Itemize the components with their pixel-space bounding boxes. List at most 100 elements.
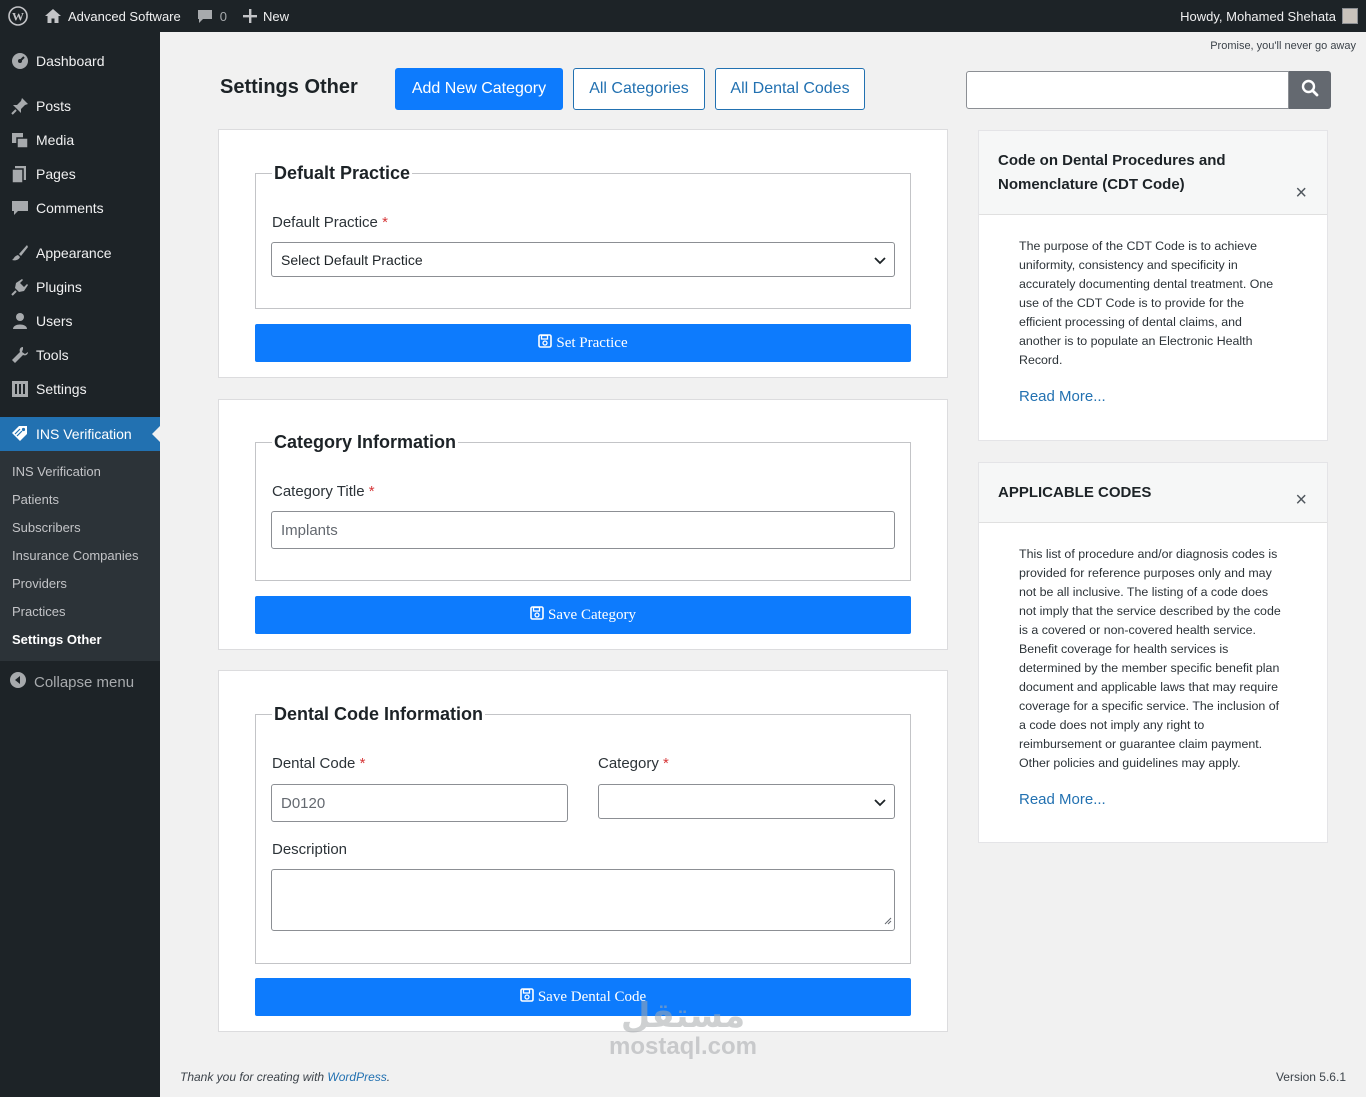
button-label: Set Practice — [556, 334, 628, 351]
description-textarea[interactable] — [271, 869, 895, 931]
menu-media[interactable]: Media — [0, 123, 160, 157]
fieldset-legend: Category Information — [274, 432, 457, 452]
category-information-fieldset: Category Information — [255, 432, 911, 581]
menu-plugins[interactable]: Plugins — [0, 270, 160, 304]
menu-dashboard[interactable]: Dashboard — [0, 44, 160, 78]
cdt-code-panel: Code on Dental Procedures and Nomenclatu… — [978, 130, 1328, 441]
new-label: New — [262, 8, 289, 24]
label-text: Category — [598, 755, 659, 772]
site-name-link[interactable]: Advanced Software — [36, 0, 189, 32]
submenu-ins-verification: INS Verification Patients Subscribers In… — [0, 451, 160, 661]
all-categories-button[interactable]: All Categories — [573, 68, 705, 110]
brush-icon — [10, 243, 30, 263]
default-practice-select[interactable]: Select Default Practice — [271, 242, 895, 277]
chevron-down-icon — [874, 252, 886, 268]
dental-code-label: Dental Code * — [272, 755, 365, 772]
submenu-item-patients[interactable]: Patients — [0, 486, 160, 514]
read-more-link[interactable]: Read More... — [1019, 790, 1287, 809]
submenu-item-settings-other[interactable]: Settings Other — [0, 626, 160, 654]
menu-label: Tools — [36, 347, 69, 363]
panel-text: The purpose of the CDT Code is to achiev… — [1019, 239, 1274, 367]
submenu-item-practices[interactable]: Practices — [0, 598, 160, 626]
my-account-link[interactable]: Howdy, Mohamed Shehata — [1172, 0, 1366, 32]
footer-period: . — [386, 1070, 391, 1084]
wordpress-logo-icon[interactable]: W — [0, 0, 36, 32]
collapse-menu-label: Collapse menu — [34, 673, 135, 691]
save-dental-code-button[interactable]: Save Dental Code — [255, 978, 911, 1016]
close-icon[interactable]: × — [1295, 489, 1307, 512]
description-label: Description — [272, 841, 348, 858]
admin-sidebar: Dashboard Posts Media Pages Comments App… — [0, 32, 160, 1097]
required-mark: * — [368, 483, 375, 500]
resize-handle-icon[interactable] — [883, 912, 892, 929]
menu-appearance[interactable]: Appearance — [0, 236, 160, 270]
menu-label: Settings — [36, 381, 87, 397]
panel-header: Code on Dental Procedures and Nomenclatu… — [979, 131, 1327, 215]
wordpress-link[interactable]: WordPress — [327, 1070, 386, 1084]
label-text: Default Practice — [272, 214, 378, 231]
category-label: Category * — [598, 755, 669, 772]
menu-ins-verification[interactable]: INS Verification — [0, 417, 160, 451]
submenu-item-ins-verification[interactable]: INS Verification — [0, 458, 160, 486]
panel-body: The purpose of the CDT Code is to achiev… — [979, 215, 1327, 406]
set-practice-button[interactable]: Set Practice — [255, 324, 911, 362]
menu-label: Posts — [36, 98, 72, 114]
svg-text:W: W — [12, 10, 24, 24]
submenu-item-insurance-companies[interactable]: Insurance Companies — [0, 542, 160, 570]
menu-comments[interactable]: Comments — [0, 191, 160, 225]
category-information-card: Category Information Category Title * Im… — [218, 399, 948, 650]
category-select[interactable] — [598, 784, 895, 819]
new-content-link[interactable]: New — [235, 0, 297, 32]
menu-label: Media — [36, 132, 75, 148]
menu-label: Pages — [36, 166, 76, 182]
panel-title: Code on Dental Procedures and Nomenclatu… — [998, 151, 1226, 193]
chevron-down-icon — [874, 794, 886, 810]
input-placeholder: Implants — [281, 521, 338, 539]
panel-title: APPLICABLE CODES — [998, 484, 1152, 501]
comment-icon — [10, 198, 30, 218]
watermark-arabic: مستقل — [620, 997, 746, 1035]
label-text: Category Title — [272, 483, 365, 500]
watermark-logo: مستقل mostaql.com — [600, 998, 766, 1060]
category-title-input[interactable]: Implants — [271, 511, 895, 549]
category-title-label: Category Title * — [272, 483, 375, 500]
button-label: Save Category — [548, 606, 636, 623]
comments-link[interactable]: 0 — [189, 0, 235, 32]
close-icon[interactable]: × — [1295, 181, 1307, 205]
footer-thanks: Thank you for creating with WordPress. — [180, 1070, 390, 1084]
dental-code-input[interactable]: D0120 — [271, 784, 568, 822]
panel-header: APPLICABLE CODES × — [979, 463, 1327, 523]
collapse-menu-button[interactable]: Collapse menu — [0, 665, 160, 699]
menu-pages[interactable]: Pages — [0, 157, 160, 191]
default-practice-fieldset: Defualt Practice — [255, 163, 911, 309]
menu-label: Dashboard — [36, 53, 105, 69]
panel-text: This list of procedure and/or diagnosis … — [1019, 547, 1281, 770]
submenu-item-providers[interactable]: Providers — [0, 570, 160, 598]
dental-code-information-card: Dental Code Information Dental Code * D0… — [218, 670, 948, 1032]
applicable-codes-panel: APPLICABLE CODES × This list of procedur… — [978, 462, 1328, 843]
fieldset-legend: Defualt Practice — [274, 163, 411, 183]
search-button[interactable] — [1289, 71, 1331, 109]
footer-thanks-text: Thank you for creating with — [180, 1070, 325, 1084]
default-practice-label: Default Practice * — [272, 214, 388, 231]
media-icon — [10, 130, 30, 150]
menu-users[interactable]: Users — [0, 304, 160, 338]
save-disk-icon — [530, 605, 548, 625]
menu-tools[interactable]: Tools — [0, 338, 160, 372]
search-input[interactable] — [966, 71, 1289, 109]
add-new-category-button[interactable]: Add New Category — [395, 68, 563, 110]
save-category-button[interactable]: Save Category — [255, 596, 911, 634]
site-name: Advanced Software — [68, 8, 181, 24]
menu-label: Users — [36, 313, 73, 329]
watermark-latin: mostaql.com — [608, 1033, 758, 1060]
all-dental-codes-button[interactable]: All Dental Codes — [715, 68, 865, 110]
menu-label: Plugins — [36, 279, 82, 295]
save-disk-icon — [538, 333, 556, 353]
menu-posts[interactable]: Posts — [0, 89, 160, 123]
read-more-link[interactable]: Read More... — [1019, 387, 1287, 406]
menu-settings[interactable]: Settings — [0, 372, 160, 406]
submenu-item-subscribers[interactable]: Subscribers — [0, 514, 160, 542]
required-mark: * — [382, 214, 388, 231]
pin-icon — [10, 96, 30, 116]
comments-count: 0 — [219, 8, 227, 24]
